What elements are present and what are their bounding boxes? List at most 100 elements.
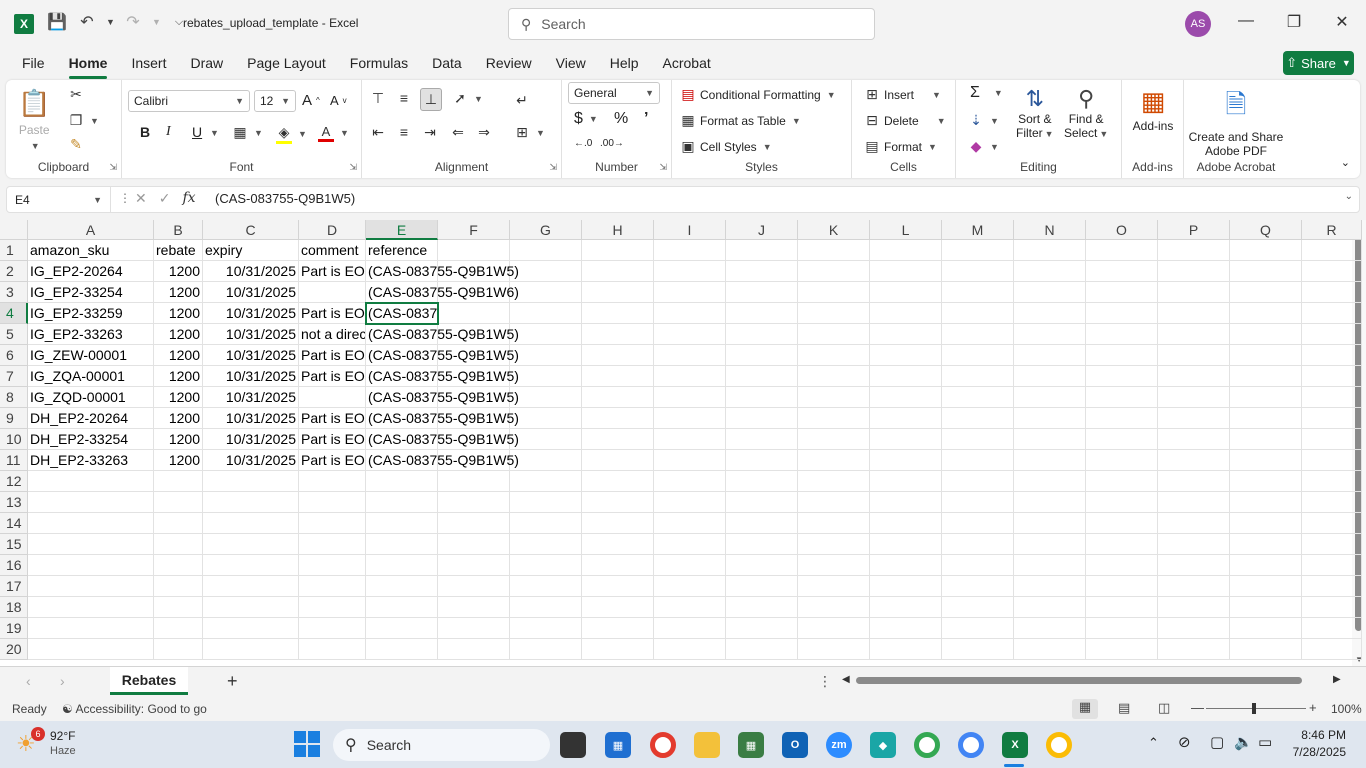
cell-b1[interactable]: rebate: [154, 240, 203, 261]
network-icon[interactable]: ⊘: [1178, 733, 1191, 751]
cell-l7[interactable]: [870, 366, 942, 387]
cell-g8[interactable]: [510, 387, 582, 408]
accessibility-status[interactable]: ☯ Accessibility: Good to go: [62, 702, 207, 716]
align-middle-button[interactable]: ≡: [396, 90, 412, 106]
cell-d9[interactable]: Part is EO: [299, 408, 366, 429]
cell-a8[interactable]: IG_ZQD-00001: [28, 387, 154, 408]
cell-n6[interactable]: [1014, 345, 1086, 366]
delete-cells-button[interactable]: ⊟ Delete ▼: [864, 112, 945, 129]
cell-l14[interactable]: [870, 513, 942, 534]
cell-l4[interactable]: [870, 303, 942, 324]
cell-p1[interactable]: [1158, 240, 1230, 261]
cell-q16[interactable]: [1230, 555, 1302, 576]
cell-r14[interactable]: [1302, 513, 1362, 534]
cell-g9[interactable]: [510, 408, 582, 429]
zoom-in-icon[interactable]: +: [1309, 700, 1317, 715]
tab-file[interactable]: File: [22, 51, 45, 75]
clear-button[interactable]: ◆ ▼: [968, 138, 999, 155]
cell-n1[interactable]: [1014, 240, 1086, 261]
cell-l16[interactable]: [870, 555, 942, 576]
create-share-pdf-button[interactable]: 🗎 Create and Share Adobe PDF: [1188, 86, 1284, 158]
cell-m18[interactable]: [942, 597, 1014, 618]
cell-p10[interactable]: [1158, 429, 1230, 450]
cell-n12[interactable]: [1014, 471, 1086, 492]
cell-k2[interactable]: [798, 261, 870, 282]
cell-r16[interactable]: [1302, 555, 1362, 576]
row-header-14[interactable]: 14: [0, 513, 28, 534]
cell-p19[interactable]: [1158, 618, 1230, 639]
search-input[interactable]: ⚲ Search: [508, 8, 875, 40]
column-header-r[interactable]: R: [1302, 220, 1362, 240]
cell-j18[interactable]: [726, 597, 798, 618]
cell-r1[interactable]: [1302, 240, 1362, 261]
cell-h14[interactable]: [582, 513, 654, 534]
column-header-a[interactable]: A: [28, 220, 154, 240]
cell-j15[interactable]: [726, 534, 798, 555]
cell-f1[interactable]: [438, 240, 510, 261]
cell-l11[interactable]: [870, 450, 942, 471]
cell-g17[interactable]: [510, 576, 582, 597]
cell-o16[interactable]: [1086, 555, 1158, 576]
cell-g11[interactable]: [510, 450, 582, 471]
row-header-10[interactable]: 10: [0, 429, 28, 450]
cell-n4[interactable]: [1014, 303, 1086, 324]
paste-button[interactable]: 📋 Paste ▼: [18, 88, 50, 151]
cell-d10[interactable]: Part is EO: [299, 429, 366, 450]
cell-f4[interactable]: [438, 303, 510, 324]
cell-m14[interactable]: [942, 513, 1014, 534]
cell-o8[interactable]: [1086, 387, 1158, 408]
merge-center-button[interactable]: ⊞ ▼: [514, 124, 545, 141]
cell-e1[interactable]: reference: [366, 240, 438, 261]
cell-e17[interactable]: [366, 576, 438, 597]
cell-q9[interactable]: [1230, 408, 1302, 429]
name-box[interactable]: E4 ▼: [7, 187, 111, 212]
cell-i18[interactable]: [654, 597, 726, 618]
cell-d2[interactable]: Part is EO: [299, 261, 366, 282]
row-header-13[interactable]: 13: [0, 492, 28, 513]
cell-b4[interactable]: 1200: [154, 303, 203, 324]
cell-l19[interactable]: [870, 618, 942, 639]
cell-o19[interactable]: [1086, 618, 1158, 639]
cell-j14[interactable]: [726, 513, 798, 534]
autosum-button[interactable]: Σ ▼: [970, 84, 1003, 102]
cell-c7[interactable]: 10/31/2025: [203, 366, 299, 387]
dialog-launcher-icon[interactable]: ⇲: [659, 162, 667, 173]
cell-k18[interactable]: [798, 597, 870, 618]
cell-g4[interactable]: [510, 303, 582, 324]
cell-g3[interactable]: [510, 282, 582, 303]
row-header-20[interactable]: 20: [0, 639, 28, 660]
currency-button[interactable]: $ ▼: [574, 110, 598, 128]
cell-b5[interactable]: 1200: [154, 324, 203, 345]
cell-d5[interactable]: not a direct: [299, 324, 366, 345]
tab-home[interactable]: Home: [68, 51, 107, 79]
cell-n9[interactable]: [1014, 408, 1086, 429]
battery-icon[interactable]: ▭: [1258, 733, 1272, 751]
row-header-15[interactable]: 15: [0, 534, 28, 555]
cell-g1[interactable]: [510, 240, 582, 261]
cell-o13[interactable]: [1086, 492, 1158, 513]
cell-e8[interactable]: (CAS-083755-Q9B1W5): [366, 387, 519, 408]
cell-m12[interactable]: [942, 471, 1014, 492]
cell-k20[interactable]: [798, 639, 870, 660]
cell-m1[interactable]: [942, 240, 1014, 261]
cell-m9[interactable]: [942, 408, 1014, 429]
fill-color-button[interactable]: ◈ ▼: [276, 124, 307, 144]
cell-k3[interactable]: [798, 282, 870, 303]
display-icon[interactable]: ▢: [1210, 733, 1224, 751]
cell-h11[interactable]: [582, 450, 654, 471]
cell-a19[interactable]: [28, 618, 154, 639]
app-diamond-icon[interactable]: ◆: [870, 732, 896, 758]
tab-data[interactable]: Data: [432, 51, 462, 75]
cell-p3[interactable]: [1158, 282, 1230, 303]
cell-n11[interactable]: [1014, 450, 1086, 471]
cell-a1[interactable]: amazon_sku: [28, 240, 154, 261]
cell-m10[interactable]: [942, 429, 1014, 450]
cell-e10[interactable]: (CAS-083755-Q9B1W5): [366, 429, 519, 450]
cell-p16[interactable]: [1158, 555, 1230, 576]
cell-q20[interactable]: [1230, 639, 1302, 660]
cell-o15[interactable]: [1086, 534, 1158, 555]
cell-d17[interactable]: [299, 576, 366, 597]
orientation-button[interactable]: ➚ ▼: [452, 90, 483, 107]
cell-j11[interactable]: [726, 450, 798, 471]
cell-c14[interactable]: [203, 513, 299, 534]
